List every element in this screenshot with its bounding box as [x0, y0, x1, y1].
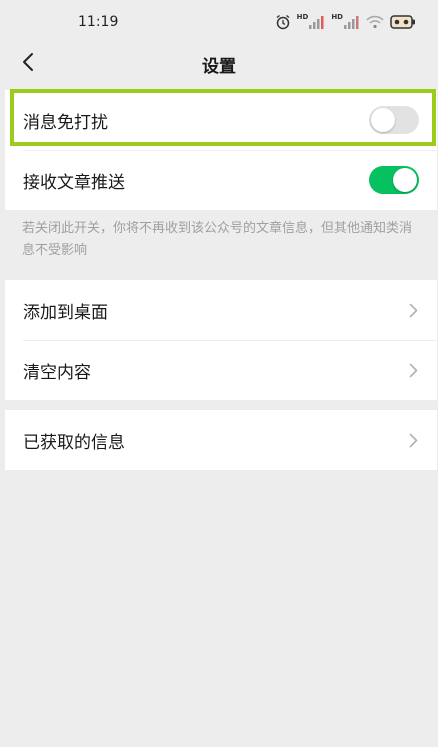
collected-info-row[interactable]: 已获取的信息: [5, 410, 437, 470]
clear-content-label: 清空内容: [23, 362, 91, 383]
clear-content-row[interactable]: 清空内容: [5, 340, 437, 400]
add-to-desktop-label: 添加到桌面: [23, 302, 108, 323]
toggle-knob: [393, 168, 417, 192]
wifi-icon: [366, 15, 384, 29]
battery-icon: [390, 14, 416, 30]
chevron-right-icon: [407, 302, 419, 318]
receive-articles-toggle[interactable]: [369, 166, 419, 194]
status-bar: 11:19 HD HD: [0, 0, 438, 46]
alarm-icon: [275, 14, 291, 30]
mute-notifications-row: 消息免打扰: [5, 90, 437, 150]
info-note: 若关闭此开关，你将不再收到该公众号的文章信息，但其他通知类消息不受影响: [22, 221, 413, 258]
chevron-right-icon: [407, 432, 419, 448]
receive-articles-label: 接收文章推送: [23, 172, 125, 193]
mute-notifications-label: 消息免打扰: [23, 112, 108, 133]
signal-icon: HD: [296, 13, 326, 29]
mute-notifications-toggle[interactable]: [369, 106, 419, 134]
receive-articles-row: 接收文章推送: [5, 150, 437, 210]
toggle-knob: [371, 108, 395, 132]
add-to-desktop-row[interactable]: 添加到桌面: [5, 280, 437, 340]
info-group: 已获取的信息: [5, 410, 437, 470]
nav-bar: 设置: [0, 46, 438, 86]
collected-info-label: 已获取的信息: [23, 432, 125, 453]
status-icons: HD HD: [275, 12, 416, 32]
status-time: 11:19: [78, 14, 119, 30]
signal-icon: HD: [331, 13, 360, 29]
chevron-right-icon: [407, 362, 419, 378]
actions-group: 添加到桌面 清空内容: [5, 280, 437, 400]
hd-label: HD: [296, 13, 309, 21]
page-title: 设置: [202, 57, 236, 77]
hd-label: HD: [331, 13, 343, 21]
toggle-group: 消息免打扰 接收文章推送: [5, 90, 437, 210]
